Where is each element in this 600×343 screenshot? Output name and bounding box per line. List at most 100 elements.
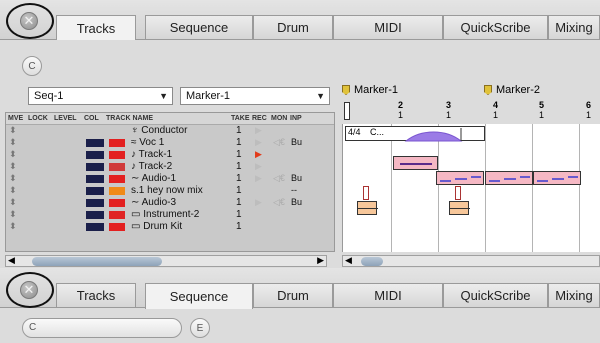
scroll-left-icon[interactable]: ◀ bbox=[345, 255, 352, 266]
record-enable-icon[interactable]: ▶ bbox=[255, 173, 262, 184]
record-enable-icon[interactable]: ▶ bbox=[255, 149, 262, 160]
move-handle-icon[interactable]: ⬍ bbox=[9, 125, 17, 136]
monitor-icon[interactable]: ◁€ bbox=[273, 137, 285, 148]
move-handle-icon[interactable]: ⬍ bbox=[9, 173, 17, 184]
tab-quickscribe[interactable]: QuickScribe bbox=[443, 283, 548, 307]
input-assignment[interactable]: Bu bbox=[291, 137, 302, 147]
tab-midi[interactable]: MIDI bbox=[333, 15, 443, 39]
track-name[interactable]: ♆ Conductor bbox=[131, 125, 187, 136]
track-row[interactable]: ⬍ ∼ Audio-1 1 ▶ ◁€ Bu bbox=[6, 173, 334, 184]
scroll-right-icon[interactable]: ▶ bbox=[317, 255, 324, 266]
marker-select[interactable]: Marker-1 ▼ bbox=[180, 87, 330, 105]
take-number[interactable]: 1 bbox=[236, 125, 242, 136]
ruler-bar-5: 51 bbox=[539, 100, 545, 120]
track-name[interactable]: s.1 hey now mix bbox=[131, 185, 203, 196]
conductor-region[interactable]: 4/4 C... bbox=[345, 126, 485, 142]
track-color-swatch[interactable] bbox=[109, 175, 125, 183]
tab-drum[interactable]: Drum bbox=[253, 283, 333, 307]
audio-region[interactable] bbox=[449, 201, 470, 215]
track-color-swatch[interactable] bbox=[109, 211, 125, 219]
scrollbar-thumb[interactable] bbox=[361, 257, 383, 266]
scroll-left-icon[interactable]: ◀ bbox=[8, 255, 15, 266]
input-assignment[interactable]: -- bbox=[291, 185, 297, 195]
marker-1[interactable]: Marker-1 bbox=[342, 84, 398, 96]
ruler-bar-2: 21 bbox=[398, 100, 404, 120]
take-number[interactable]: 1 bbox=[236, 221, 242, 232]
track-row[interactable]: ⬍ s.1 hey now mix 1 -- bbox=[6, 185, 334, 196]
track-name[interactable]: ▭ Drum Kit bbox=[131, 221, 182, 232]
track-row[interactable]: ⬍ ▭ Drum Kit 1 bbox=[6, 221, 334, 232]
track-name[interactable]: ♪ Track-2 bbox=[131, 161, 172, 172]
arrange-timeline[interactable]: 4/4 C... bbox=[342, 124, 600, 252]
marker-2[interactable]: Marker-2 bbox=[484, 84, 540, 96]
scrollbar-thumb[interactable] bbox=[32, 257, 162, 266]
tab-mixing[interactable]: Mixing bbox=[548, 15, 600, 39]
move-handle-icon[interactable]: ⬍ bbox=[9, 161, 17, 172]
input-assignment[interactable]: Bu bbox=[291, 197, 302, 207]
take-number[interactable]: 1 bbox=[236, 161, 242, 172]
track-color-swatch[interactable] bbox=[109, 151, 125, 159]
move-handle-icon[interactable]: ⬍ bbox=[9, 221, 17, 232]
e-button[interactable]: E bbox=[190, 318, 210, 338]
tab-tracks[interactable]: Tracks bbox=[56, 15, 136, 41]
move-handle-icon[interactable]: ⬍ bbox=[9, 137, 17, 148]
midi-region[interactable] bbox=[485, 171, 533, 185]
track-name[interactable]: ≈ Voc 1 bbox=[131, 137, 164, 148]
track-row[interactable]: ⬍ ▭ Instrument-2 1 bbox=[6, 209, 334, 220]
close-window-icon[interactable]: ✕ bbox=[20, 12, 38, 30]
input-assignment[interactable]: Bu bbox=[291, 173, 302, 183]
fade-handle[interactable] bbox=[363, 186, 369, 200]
track-name[interactable]: ∼ Audio-3 bbox=[131, 197, 176, 208]
tab-sequence[interactable]: Sequence bbox=[145, 283, 253, 309]
track-name[interactable]: ♪ Track-1 bbox=[131, 149, 172, 160]
record-enable-icon[interactable]: ▶ bbox=[255, 125, 262, 136]
move-handle-icon[interactable]: ⬍ bbox=[9, 185, 17, 196]
record-enable-icon[interactable]: ▶ bbox=[255, 137, 262, 148]
sequence-chunk-field[interactable]: C bbox=[22, 318, 182, 338]
sequence-select[interactable]: Seq-1 ▼ bbox=[28, 87, 173, 105]
playhead-handle[interactable] bbox=[344, 102, 350, 120]
monitor-icon[interactable]: ◁€ bbox=[273, 197, 285, 208]
track-color-swatch[interactable] bbox=[109, 163, 125, 171]
track-row[interactable]: ⬍ ♪ Track-2 1 ▶ bbox=[6, 161, 334, 172]
track-list-hscrollbar[interactable]: ◀ ▶ bbox=[5, 255, 327, 267]
take-number[interactable]: 1 bbox=[236, 149, 242, 160]
take-number[interactable]: 1 bbox=[236, 173, 242, 184]
track-color-swatch[interactable] bbox=[109, 139, 125, 147]
track-color-swatch[interactable] bbox=[109, 223, 125, 231]
tab-sequence[interactable]: Sequence bbox=[145, 15, 253, 39]
record-enable-icon[interactable]: ▶ bbox=[255, 161, 262, 172]
tab-drum[interactable]: Drum bbox=[253, 15, 333, 39]
midi-region[interactable] bbox=[393, 156, 438, 170]
fade-handle[interactable] bbox=[455, 186, 461, 200]
midi-region[interactable] bbox=[436, 171, 484, 185]
close-window-icon[interactable]: ✕ bbox=[20, 281, 38, 299]
tab-mixing[interactable]: Mixing bbox=[548, 283, 600, 307]
move-handle-icon[interactable]: ⬍ bbox=[9, 197, 17, 208]
track-row[interactable]: ⬍ ≈ Voc 1 1 ▶ ◁€ Bu bbox=[6, 137, 334, 148]
take-number[interactable]: 1 bbox=[236, 197, 242, 208]
track-row[interactable]: ⬍ ♪ Track-1 1 ▶ bbox=[6, 149, 334, 160]
track-color-swatch[interactable] bbox=[109, 187, 125, 195]
tab-quickscribe[interactable]: QuickScribe bbox=[443, 15, 548, 39]
chunks-button[interactable]: C bbox=[22, 56, 42, 76]
take-number[interactable]: 1 bbox=[236, 137, 242, 148]
tab-midi[interactable]: MIDI bbox=[333, 283, 443, 307]
move-handle-icon[interactable]: ⬍ bbox=[9, 209, 17, 220]
track-name[interactable]: ▭ Instrument-2 bbox=[131, 209, 199, 220]
midi-region[interactable] bbox=[533, 171, 581, 185]
monitor-icon[interactable]: ◁€ bbox=[273, 173, 285, 184]
take-number[interactable]: 1 bbox=[236, 185, 242, 196]
tab-tracks[interactable]: Tracks bbox=[56, 283, 136, 307]
track-name[interactable]: ∼ Audio-1 bbox=[131, 173, 176, 184]
record-enable-icon[interactable]: ▶ bbox=[255, 197, 262, 208]
ruler-bar-6: 61 bbox=[586, 100, 592, 120]
track-row[interactable]: ⬍ ♆ Conductor 1 ▶ bbox=[6, 125, 334, 136]
track-row[interactable]: ⬍ ∼ Audio-3 1 ▶ ◁€ Bu bbox=[6, 197, 334, 208]
audio-region[interactable] bbox=[357, 201, 378, 215]
take-number[interactable]: 1 bbox=[236, 209, 242, 220]
track-color-swatch[interactable] bbox=[109, 199, 125, 207]
arrange-hscrollbar[interactable]: ◀ bbox=[342, 255, 600, 267]
move-handle-icon[interactable]: ⬍ bbox=[9, 149, 17, 160]
time-ruler[interactable]: 21 31 41 51 61 bbox=[342, 100, 600, 122]
